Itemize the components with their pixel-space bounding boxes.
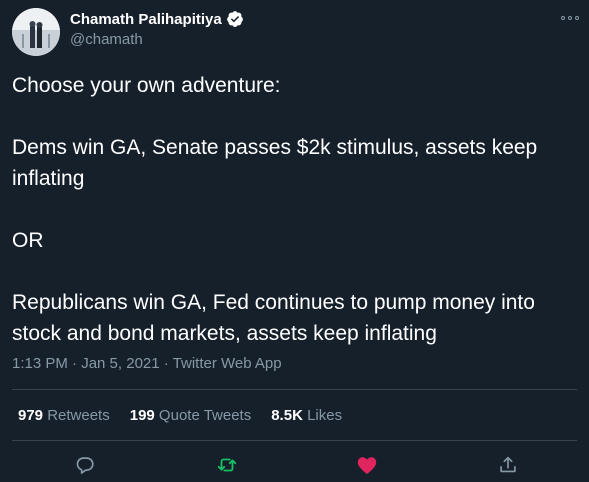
author-handle[interactable]: @chamath [70, 31, 143, 48]
share-icon [500, 456, 516, 473]
author-display-name[interactable]: Chamath Palihapitiya [70, 11, 222, 28]
tweet-card: Chamath Palihapitiya @chamath Choose you… [0, 0, 589, 482]
tweet-line: Republicans win GA, Fed continues to pum… [12, 291, 535, 314]
like-button[interactable] [352, 450, 382, 480]
likes-count: 8.5K [271, 406, 303, 424]
quote-tweets-count: 199 [129, 406, 155, 424]
retweets-label: Retweets [43, 406, 110, 424]
tweet-line: OR [12, 229, 44, 252]
tweet-line: stock and bond markets, assets keep infl… [12, 322, 437, 345]
verified-badge-icon [226, 10, 244, 28]
engagement-stats: 979 Retweets 199 Quote Tweets 8.5K Likes [18, 405, 342, 425]
likes-label: Likes [302, 406, 343, 424]
share-button[interactable] [493, 450, 523, 480]
divider [12, 440, 577, 441]
tweet-text: Choose your own adventure: Dems win GA, … [12, 70, 582, 349]
tweet-line [12, 101, 582, 132]
quote-tweets-label: Quote Tweets [154, 406, 252, 424]
author-name-row[interactable]: Chamath Palihapitiya [70, 9, 244, 29]
tweet-line: Dems win GA, Senate passes $2k stimulus,… [12, 136, 538, 159]
reply-icon [76, 457, 94, 474]
retweet-icon [217, 458, 237, 472]
tweet-line: inflating [12, 167, 85, 190]
retweet-button[interactable] [212, 450, 242, 480]
tweet-metadata: 1:13 PM · Jan 5, 2021 · Twitter Web App [12, 355, 282, 375]
tweet-line [12, 194, 582, 225]
retweets-stat[interactable]: 979 Retweets [18, 407, 110, 424]
avatar[interactable] [12, 8, 60, 56]
retweets-count: 979 [18, 406, 44, 424]
heart-icon [357, 457, 377, 474]
tweet-timestamp[interactable]: 1:13 PM · Jan 5, 2021 · [12, 355, 173, 372]
tweet-actions [0, 450, 589, 480]
tweet-line [12, 256, 582, 287]
quote-tweets-stat[interactable]: 199 Quote Tweets [130, 407, 251, 424]
more-options-icon[interactable] [561, 11, 579, 25]
reply-button[interactable] [70, 450, 100, 480]
tweet-line: Choose your own adventure: [12, 74, 281, 97]
likes-stat[interactable]: 8.5K Likes [271, 407, 342, 424]
divider [12, 389, 577, 390]
tweet-source[interactable]: Twitter Web App [173, 355, 282, 372]
